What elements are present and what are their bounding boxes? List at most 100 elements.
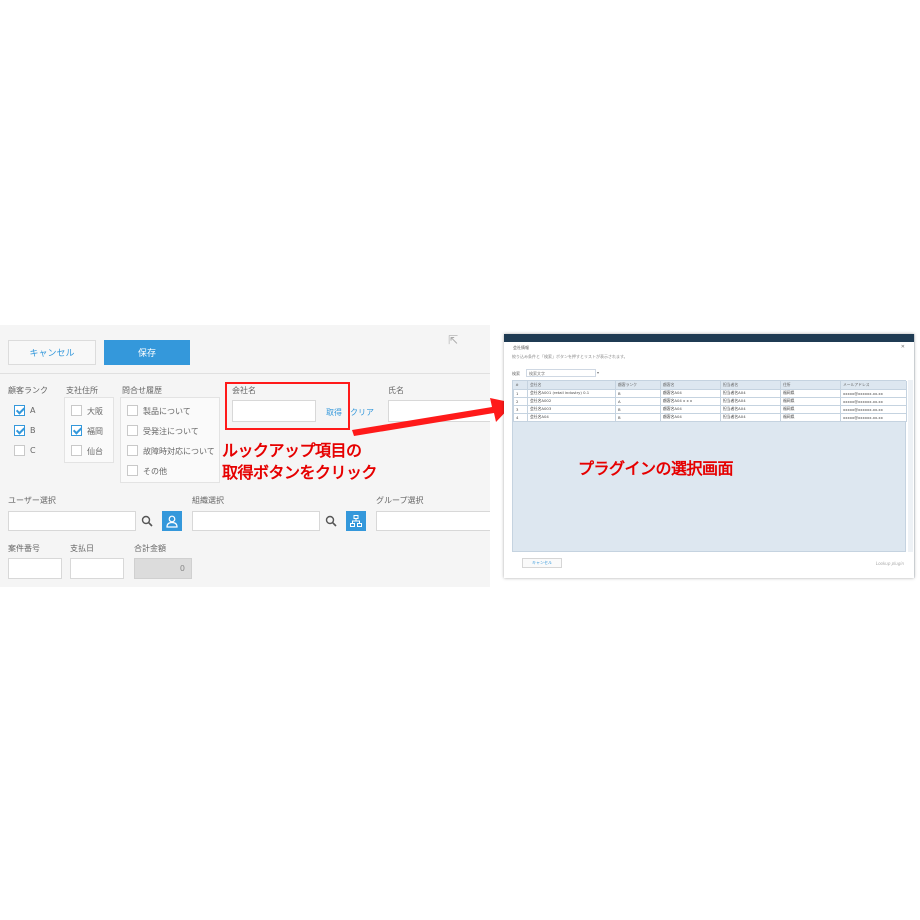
- total-amount-value: 0: [134, 558, 192, 579]
- table-row[interactable]: 3 会社名A003 B 顧客名A04 担当者名A04 福岡県 xxxxx@xxx…: [513, 404, 907, 414]
- annotation-left: ルックアップ項目の 取得ボタンをクリック: [222, 440, 378, 484]
- lookup-highlight-box: [225, 382, 350, 430]
- checkbox-rank-a[interactable]: [14, 405, 25, 416]
- payment-date-label: 支払日: [70, 544, 94, 553]
- plugin-search-input[interactable]: 検索文字: [526, 369, 596, 377]
- header-divider: [0, 373, 490, 374]
- cancel-button[interactable]: キャンセル: [8, 340, 96, 365]
- plugin-scrollbar[interactable]: [908, 380, 913, 552]
- table-cell: xxxxx@xxxxxx.xx.xx: [840, 412, 907, 422]
- checkbox-inquiry-other[interactable]: [127, 465, 138, 476]
- table-cell: 4: [513, 412, 528, 422]
- checkbox-inquiry-product[interactable]: [127, 405, 138, 416]
- checkbox-branch-sendai[interactable]: [71, 445, 82, 456]
- close-icon[interactable]: ✕: [901, 344, 905, 350]
- user-picker-icon[interactable]: [162, 511, 182, 531]
- mouse-cursor-icon: ⇱: [448, 333, 459, 347]
- checkbox-branch-fukuoka-label: 福岡: [87, 427, 103, 436]
- table-cell: 担当者名A04: [720, 412, 781, 422]
- plugin-cancel-button[interactable]: キャンセル: [522, 558, 562, 568]
- table-cell: 顧客名A04: [660, 388, 721, 398]
- org-search-icon[interactable]: [321, 511, 341, 531]
- plugin-search-label: 検索: [512, 371, 520, 376]
- column-header: メールアドレス: [840, 381, 907, 389]
- table-cell: 担当者名A04: [720, 396, 781, 406]
- user-search-icon[interactable]: [137, 511, 157, 531]
- column-header: 担当者名: [720, 381, 781, 389]
- red-arrow: [352, 398, 514, 436]
- plugin-result-table: # 会社名 顧客ランク 顧客名 担当者名 住所 メールアドレス 1 会社名A00…: [513, 381, 907, 422]
- table-cell: xxxxx@xxxxxx.xx.xx: [840, 388, 907, 398]
- annotation-left-line1: ルックアップ項目の: [222, 441, 362, 460]
- plugin-titlebar: 会社情報 ✕: [509, 342, 909, 354]
- column-header: 住所: [780, 381, 841, 389]
- plugin-top-edge: [504, 334, 914, 342]
- checkbox-inquiry-failure[interactable]: [127, 445, 138, 456]
- table-row[interactable]: 1 会社名A001 (retail industry) 0.1 B 顧客名A04…: [513, 388, 907, 398]
- payment-date-input[interactable]: [70, 558, 124, 579]
- table-cell: 福岡県: [780, 388, 841, 398]
- chevron-down-icon[interactable]: ▾: [597, 370, 599, 375]
- total-amount-label: 合計金額: [134, 544, 166, 553]
- table-cell: 会社名A003: [527, 404, 616, 414]
- checkbox-inquiry-order-label: 受発注について: [143, 427, 199, 436]
- table-cell: xxxxx@xxxxxx.xx.xx: [840, 396, 907, 406]
- table-cell: 3: [513, 404, 528, 414]
- checkbox-rank-b-label: B: [30, 426, 36, 435]
- case-number-input[interactable]: [8, 558, 62, 579]
- checkbox-rank-c-label: C: [30, 446, 36, 455]
- column-header: 会社名: [527, 381, 616, 389]
- table-cell: 会社名A001 (retail industry) 0.1: [527, 388, 616, 398]
- table-cell: 福岡県: [780, 396, 841, 406]
- annotation-right: プラグインの選択画面: [578, 459, 734, 478]
- org-select-label: 組織選択: [192, 496, 224, 505]
- customer-rank-label: 顧客ランク: [8, 386, 48, 395]
- checkbox-inquiry-other-label: その他: [143, 467, 167, 476]
- column-header: 顧客名: [660, 381, 721, 389]
- table-row[interactable]: 4 会社名A04 B 顧客名A04 担当者名A04 福岡県 xxxxx@xxxx…: [513, 412, 907, 422]
- checkbox-branch-osaka-label: 大阪: [87, 407, 103, 416]
- checkbox-branch-sendai-label: 仙台: [87, 447, 103, 456]
- table-cell: 福岡県: [780, 404, 841, 414]
- group-select-input[interactable]: [376, 511, 490, 531]
- checkbox-inquiry-order[interactable]: [127, 425, 138, 436]
- inquiry-label: 問合せ履歴: [122, 386, 162, 395]
- table-header-row: # 会社名 顧客ランク 顧客名 担当者名 住所 メールアドレス: [513, 381, 907, 389]
- checkbox-branch-fukuoka[interactable]: [71, 425, 82, 436]
- user-select-input[interactable]: [8, 511, 136, 531]
- table-cell: 会社名A04: [527, 412, 616, 422]
- checkbox-branch-osaka[interactable]: [71, 405, 82, 416]
- checkbox-rank-b[interactable]: [14, 425, 25, 436]
- table-cell: 顧客名A04: [660, 404, 721, 414]
- checkbox-rank-c[interactable]: [14, 445, 25, 456]
- checkbox-inquiry-failure-label: 故障時対応について: [143, 447, 215, 456]
- table-cell: B: [615, 388, 661, 398]
- case-number-label: 案件番号: [8, 544, 40, 553]
- table-cell: 担当者名A04: [720, 404, 781, 414]
- table-cell: 1: [513, 388, 528, 398]
- column-header: 顧客ランク: [615, 381, 661, 389]
- checkbox-inquiry-product-label: 製品について: [143, 407, 191, 416]
- checkbox-rank-a-label: A: [30, 406, 36, 415]
- annotation-left-line2: 取得ボタンをクリック: [222, 463, 378, 482]
- table-cell: B: [615, 404, 661, 414]
- save-button[interactable]: 保存: [104, 340, 190, 365]
- user-select-label: ユーザー選択: [8, 496, 56, 505]
- table-cell: A: [615, 396, 661, 406]
- table-cell: 2: [513, 396, 528, 406]
- org-picker-icon[interactable]: [346, 511, 366, 531]
- plugin-credit: Lookup plugin: [875, 561, 904, 566]
- table-row[interactable]: 2 会社名A002 A 顧客名A04 x x x 担当者名A04 福岡県 xxx…: [513, 396, 907, 406]
- table-cell: 会社名A002: [527, 396, 616, 406]
- table-cell: B: [615, 412, 661, 422]
- branch-label: 支社住所: [66, 386, 98, 395]
- group-select-label: グループ選択: [376, 496, 424, 505]
- column-header: #: [513, 381, 528, 389]
- table-cell: 担当者名A04: [720, 388, 781, 398]
- plugin-title: 会社情報: [513, 345, 529, 350]
- table-cell: 顧客名A04 x x x: [660, 396, 721, 406]
- org-select-input[interactable]: [192, 511, 320, 531]
- table-cell: 福岡県: [780, 412, 841, 422]
- table-cell: 顧客名A04: [660, 412, 721, 422]
- table-cell: xxxxx@xxxxxx.xx.xx: [840, 404, 907, 414]
